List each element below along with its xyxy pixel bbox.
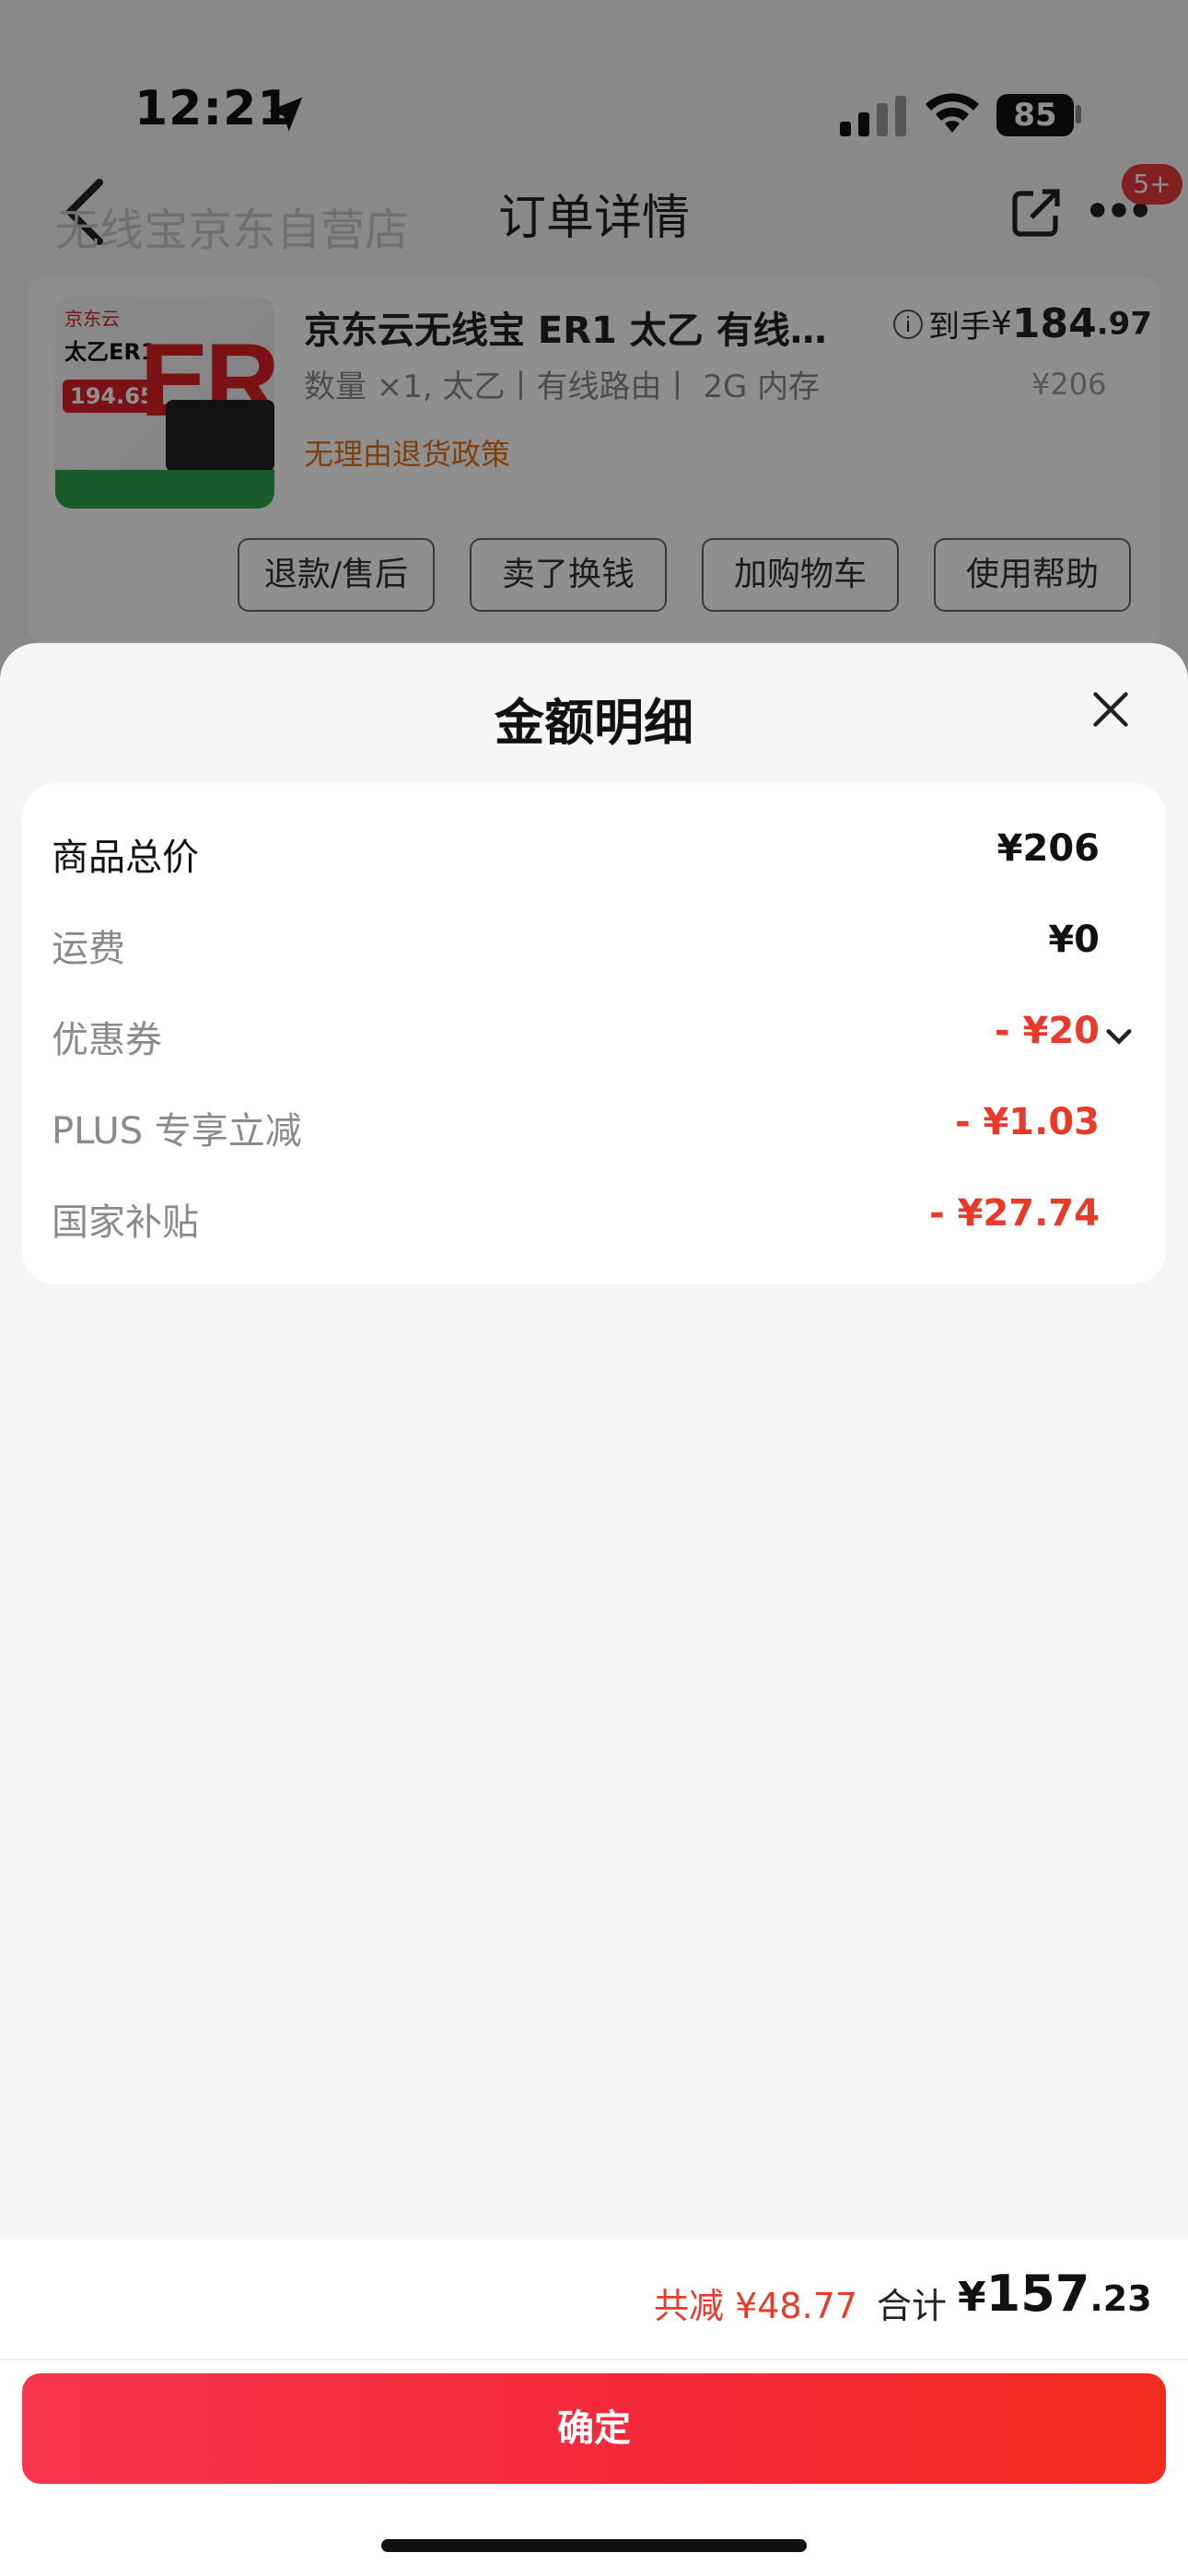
list-item-coupon[interactable]: 优惠券 - ¥20 (52, 1002, 1133, 1067)
total-currency: ¥ (958, 2274, 986, 2321)
list-item-total-price: 商品总价 ¥206 (52, 820, 1133, 884)
row-value: ¥0 (1048, 919, 1100, 961)
close-icon[interactable] (1090, 689, 1131, 730)
row-label: 商品总价 (52, 837, 199, 879)
home-indicator[interactable] (381, 2539, 807, 2552)
total-integer: 157 (985, 2265, 1090, 2323)
row-label: 优惠券 (52, 1019, 162, 1061)
row-label: 运费 (52, 928, 125, 970)
list-item-plus-discount: PLUS 专享立减 - ¥1.03 (52, 1094, 1133, 1158)
total-amount: ¥157.23 (958, 2265, 1152, 2323)
row-value: ¥206 (996, 827, 1100, 870)
row-label: 国家补贴 (52, 1201, 199, 1244)
confirm-button[interactable]: 确定 (22, 2373, 1166, 2484)
row-label: PLUS 专享立减 (52, 1110, 302, 1153)
total-reduction: 共减 ¥48.77 (654, 2286, 858, 2326)
list-item-shipping: 运费 ¥0 (52, 911, 1133, 976)
row-value: - ¥27.74 (929, 1192, 1100, 1235)
row-value: - ¥20 (994, 1010, 1100, 1052)
amount-detail-sheet: 金额明细 商品总价 ¥206 运费 ¥0 优惠券 - ¥20 PLUS 专享立减… (0, 643, 1188, 2576)
list-item-state-subsidy: 国家补贴 - ¥27.74 (52, 1185, 1133, 1249)
modal-backdrop[interactable] (0, 0, 1188, 700)
row-value: - ¥1.03 (954, 1101, 1100, 1143)
total-label: 合计 (877, 2286, 948, 2326)
amount-list: 商品总价 ¥206 运费 ¥0 优惠券 - ¥20 PLUS 专享立减 - ¥1… (22, 783, 1166, 1284)
chevron-down-icon[interactable] (1105, 1026, 1133, 1047)
sheet-title: 金额明细 (495, 694, 693, 752)
total-decimal: .23 (1089, 2278, 1152, 2319)
